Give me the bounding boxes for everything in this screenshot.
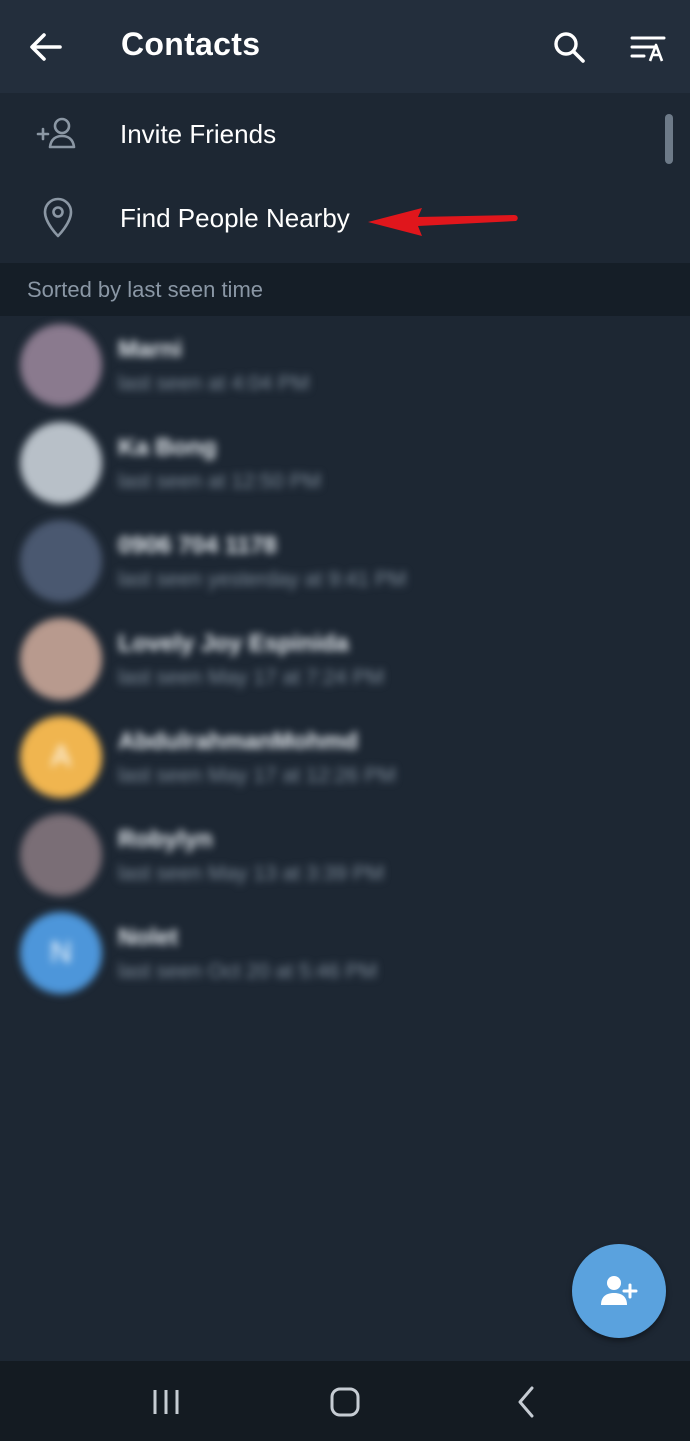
find-people-nearby-label: Find People Nearby (120, 203, 350, 233)
contact-name: AbdulrahmanMohmd (118, 728, 358, 755)
contact-row[interactable]: Ka Bong last seen at 12:50 PM (0, 414, 690, 512)
contact-list: Marni last seen at 4:04 PM Ka Bong last … (0, 316, 690, 1002)
avatar (20, 422, 102, 504)
avatar (20, 618, 102, 700)
sort-label: Sorted by last seen time (27, 277, 264, 302)
contact-name: Robylyn (118, 826, 213, 853)
arrow-left-icon (30, 33, 62, 61)
sort-alpha-icon (630, 36, 666, 62)
sort-button[interactable] (626, 24, 674, 72)
search-icon (554, 32, 585, 63)
contact-row[interactable]: Lovely Joy Espinida last seen May 17 at … (0, 610, 690, 708)
page-title: Contacts (121, 26, 261, 62)
annotation-arrow (368, 208, 518, 236)
chevron-left-icon (518, 1386, 534, 1418)
contact-status: last seen May 17 at 7:24 PM (118, 666, 385, 689)
scrollbar[interactable] (665, 114, 673, 164)
invite-friends-item[interactable]: Invite Friends (0, 93, 690, 177)
location-pin-icon (34, 193, 82, 241)
section-header: Sorted by last seen time (0, 263, 690, 316)
avatar (20, 520, 102, 602)
avatar: A (20, 716, 102, 798)
contact-name: Ka Bong (118, 434, 217, 461)
contact-status: last seen at 12:50 PM (118, 470, 322, 493)
app-header: Contacts (0, 0, 690, 93)
find-people-nearby-item[interactable]: Find People Nearby (0, 177, 690, 261)
contact-row[interactable]: 0906 704 1178 last seen yesterday at 9:4… (0, 512, 690, 610)
contact-status: last seen Oct 20 at 5:46 PM (118, 960, 378, 983)
home-icon (330, 1387, 360, 1417)
add-person-icon (601, 1276, 638, 1305)
recent-apps-button[interactable] (142, 1377, 190, 1425)
contact-row[interactable]: N Nolet last seen Oct 20 at 5:46 PM (0, 904, 690, 1002)
contact-status: last seen May 17 at 12:26 PM (118, 764, 396, 787)
contact-status: last seen yesterday at 9:41 PM (118, 568, 407, 591)
invite-friends-label: Invite Friends (120, 119, 277, 149)
back-button[interactable] (22, 23, 70, 71)
search-button[interactable] (546, 24, 594, 72)
contact-name: 0906 704 1178 (118, 532, 277, 559)
contact-name: Marni (118, 336, 183, 363)
back-nav-button[interactable] (502, 1377, 550, 1425)
avatar (20, 324, 102, 406)
contact-status: last seen May 13 at 3:39 PM (118, 862, 385, 885)
contact-status: last seen at 4:04 PM (118, 372, 310, 395)
contact-name: Lovely Joy Espinida (118, 630, 349, 657)
contact-row[interactable]: Marni last seen at 4:04 PM (0, 316, 690, 414)
add-contact-button[interactable] (572, 1244, 666, 1338)
contact-row[interactable]: A AbdulrahmanMohmd last seen May 17 at 1… (0, 708, 690, 806)
avatar (20, 814, 102, 896)
recent-apps-icon (153, 1390, 179, 1414)
system-nav-bar (0, 1361, 690, 1441)
contact-name: Nolet (118, 924, 178, 951)
contact-row[interactable]: Robylyn last seen May 13 at 3:39 PM (0, 806, 690, 904)
home-button[interactable] (321, 1377, 369, 1425)
avatar: N (20, 912, 102, 994)
add-person-icon (34, 109, 82, 157)
